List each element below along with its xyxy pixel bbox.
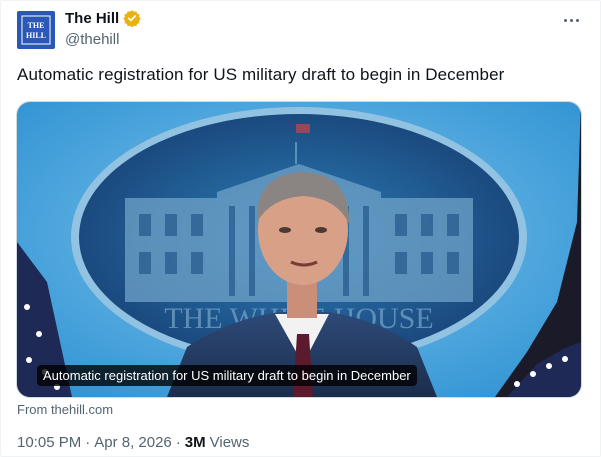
card-source[interactable]: From thehill.com xyxy=(17,402,113,417)
image-caption: Automatic registration for US military d… xyxy=(37,365,417,386)
more-icon[interactable] xyxy=(561,12,581,28)
tweet-meta: 10:05 PM · Apr 8, 2026 · 3M Views xyxy=(17,434,249,451)
author-name[interactable]: The Hill xyxy=(65,10,119,27)
avatar[interactable]: THE HILL xyxy=(17,11,55,49)
link-card[interactable]: THE WHITE HOUSE Automatic registration f… xyxy=(16,101,582,398)
meta-separator: · xyxy=(85,434,91,451)
meta-separator: · xyxy=(175,434,181,451)
views-label: Views xyxy=(209,434,250,451)
author-name-row: The Hill xyxy=(65,9,141,27)
tweet-time[interactable]: 10:05 PM xyxy=(17,434,81,451)
views-count: 3M xyxy=(184,434,206,451)
tweet-date[interactable]: Apr 8, 2026 xyxy=(94,434,172,451)
author-handle[interactable]: @thehill xyxy=(65,31,119,48)
the-hill-logo: THE HILL xyxy=(21,15,51,45)
verified-badge-icon xyxy=(123,10,141,27)
svg-text:HILL: HILL xyxy=(26,31,46,40)
svg-text:THE: THE xyxy=(28,21,45,30)
tweet-text: Automatic registration for US military d… xyxy=(17,65,505,84)
article-image: THE WHITE HOUSE xyxy=(17,102,581,397)
